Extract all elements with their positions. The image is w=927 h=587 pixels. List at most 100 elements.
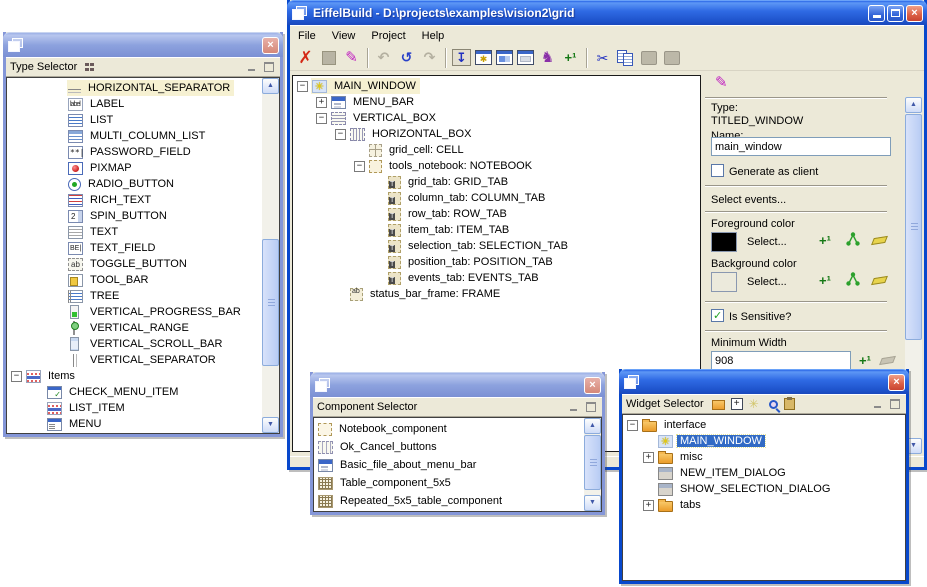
undo-icon[interactable] <box>372 47 395 69</box>
expand-icon[interactable]: + <box>316 97 327 108</box>
tree-item[interactable]: TEXT <box>7 224 279 240</box>
folder-icon[interactable] <box>712 400 725 410</box>
tree-item[interactable]: MULTI_COLUMN_LIST <box>7 128 279 144</box>
scroll-down-icon[interactable]: ▼ <box>262 417 279 433</box>
tree-item[interactable]: HORIZONTAL_SEPARATOR <box>7 80 279 96</box>
tree-item[interactable]: VERTICAL_SCROLL_BAR <box>7 336 279 352</box>
tree-item[interactable]: −MAIN_WINDOW <box>293 78 700 94</box>
component-selector-titlebar[interactable]: × <box>310 372 605 397</box>
tool-maximize-icon[interactable] <box>264 62 274 72</box>
component-list-scrollbar[interactable]: ▲ ▼ <box>584 418 601 511</box>
type-list-scrollbar[interactable]: ▲ ▼ <box>262 78 279 433</box>
new-widget-icon[interactable] <box>749 398 763 411</box>
tree-item[interactable]: −VERTICAL_BOX <box>293 110 700 126</box>
menu-view[interactable]: View <box>324 27 364 45</box>
list-item[interactable]: Notebook_component <box>314 420 601 438</box>
tool-maximize-icon[interactable] <box>890 399 900 409</box>
foreground-erase-icon[interactable] <box>871 236 888 245</box>
tree-item[interactable]: events_tab: EVENTS_TAB <box>293 270 700 286</box>
tree-item[interactable]: +MENU_BAR <box>293 94 700 110</box>
collapse-icon[interactable]: − <box>354 161 365 172</box>
scroll-up-icon[interactable]: ▲ <box>262 78 279 94</box>
close-button[interactable]: × <box>262 37 279 54</box>
is-sensitive-checkbox[interactable] <box>711 309 724 322</box>
collapse-icon[interactable]: − <box>297 81 308 92</box>
tree-item[interactable]: VERTICAL_RANGE <box>7 320 279 336</box>
collapse-icon[interactable]: − <box>627 420 638 431</box>
collapse-icon[interactable]: − <box>11 371 22 382</box>
tree-item[interactable]: MAIN_WINDOW <box>623 433 905 449</box>
menu-file[interactable]: File <box>290 27 324 45</box>
tree-item[interactable]: row_tab: ROW_TAB <box>293 206 700 222</box>
cut-icon[interactable] <box>591 47 614 69</box>
search-icon[interactable] <box>769 400 778 409</box>
foreground-select-button[interactable]: Select... <box>747 236 787 249</box>
scroll-up-icon[interactable]: ▲ <box>584 418 601 434</box>
tree-item[interactable]: grid_tab: GRID_TAB <box>293 174 700 190</box>
stop-icon[interactable] <box>317 47 340 69</box>
tool-minimize-icon[interactable] <box>568 401 580 413</box>
hide-windows-icon[interactable] <box>517 50 534 65</box>
copy-icon[interactable] <box>614 47 637 69</box>
background-tree-assign-icon[interactable] <box>845 271 861 287</box>
list-item[interactable]: Repeated_5x5_table_component <box>314 492 601 510</box>
close-button[interactable]: × <box>888 374 905 391</box>
background-add-icon[interactable] <box>819 274 835 288</box>
tree-item[interactable]: LABEL <box>7 96 279 112</box>
menu-help[interactable]: Help <box>414 27 453 45</box>
tree-item[interactable]: VERTICAL_PROGRESS_BAR <box>7 304 279 320</box>
maximize-button[interactable] <box>887 5 904 22</box>
delete-icon[interactable] <box>294 47 317 69</box>
settings-window-icon[interactable] <box>475 50 492 65</box>
tree-item[interactable]: TEXT_FIELD <box>7 240 279 256</box>
list-item[interactable]: Table_component_5x5 <box>314 474 601 492</box>
tree-item[interactable]: NEW_ITEM_DIALOG <box>623 465 905 481</box>
paste-widget-icon[interactable] <box>784 398 795 410</box>
background-swatch[interactable] <box>711 272 737 292</box>
widget-selector-titlebar[interactable]: × <box>619 369 909 394</box>
tree-item[interactable]: LIST <box>7 112 279 128</box>
tree-item[interactable]: RADIO_BUTTON <box>7 176 279 192</box>
scrollbar-thumb[interactable] <box>262 239 279 366</box>
menu-project[interactable]: Project <box>363 27 413 45</box>
background-erase-icon[interactable] <box>871 276 888 285</box>
generate-as-client-checkbox[interactable] <box>711 164 724 177</box>
paste-icon[interactable] <box>637 47 660 69</box>
tree-item[interactable]: status_bar_frame: FRAME <box>293 286 700 302</box>
tool-maximize-icon[interactable] <box>586 402 596 412</box>
tree-item[interactable]: VERTICAL_SEPARATOR <box>7 352 279 368</box>
reset-icon[interactable] <box>395 47 418 69</box>
generate-icon[interactable] <box>452 49 471 66</box>
minimum-width-input[interactable] <box>711 351 851 370</box>
expand-icon[interactable]: + <box>643 452 654 463</box>
tree-item[interactable]: +misc <box>623 449 905 465</box>
plus-one-icon[interactable] <box>559 47 582 69</box>
list-item[interactable]: Ok_Cancel_buttons <box>314 438 601 456</box>
tree-item[interactable]: +tabs <box>623 497 905 513</box>
minimize-button[interactable] <box>868 5 885 22</box>
expand-icon[interactable]: + <box>643 500 654 511</box>
main-window-titlebar[interactable]: EiffelBuild - D:\projects\examples\visio… <box>287 0 927 25</box>
tree-item[interactable]: column_tab: COLUMN_TAB <box>293 190 700 206</box>
close-button[interactable]: × <box>906 5 923 22</box>
tree-item[interactable]: TOGGLE_BUTTON <box>7 256 279 272</box>
tree-item[interactable]: RICH_TEXT <box>7 192 279 208</box>
scrollbar-thumb[interactable] <box>584 435 601 490</box>
foreground-tree-assign-icon[interactable] <box>845 231 861 247</box>
tree-item[interactable]: PIXMAP <box>7 160 279 176</box>
background-select-button[interactable]: Select... <box>747 276 787 289</box>
type-selector-titlebar[interactable]: × <box>3 32 283 57</box>
redo-icon[interactable] <box>418 47 441 69</box>
show-windows-icon[interactable] <box>496 50 513 65</box>
scroll-up-icon[interactable]: ▲ <box>905 97 922 113</box>
tree-item[interactable]: LIST_ITEM <box>7 400 279 416</box>
tree-item[interactable]: grid_cell: CELL <box>293 142 700 158</box>
tree-item[interactable]: MENU <box>7 416 279 432</box>
tree-item[interactable]: −Items <box>7 368 279 384</box>
scroll-down-icon[interactable]: ▼ <box>584 495 601 511</box>
tree-item[interactable]: position_tab: POSITION_TAB <box>293 254 700 270</box>
scrollbar-thumb[interactable] <box>905 114 922 340</box>
tree-item[interactable]: TOOL_BAR <box>7 272 279 288</box>
tree-item[interactable]: selection_tab: SELECTION_TAB <box>293 238 700 254</box>
name-input[interactable] <box>711 137 891 156</box>
